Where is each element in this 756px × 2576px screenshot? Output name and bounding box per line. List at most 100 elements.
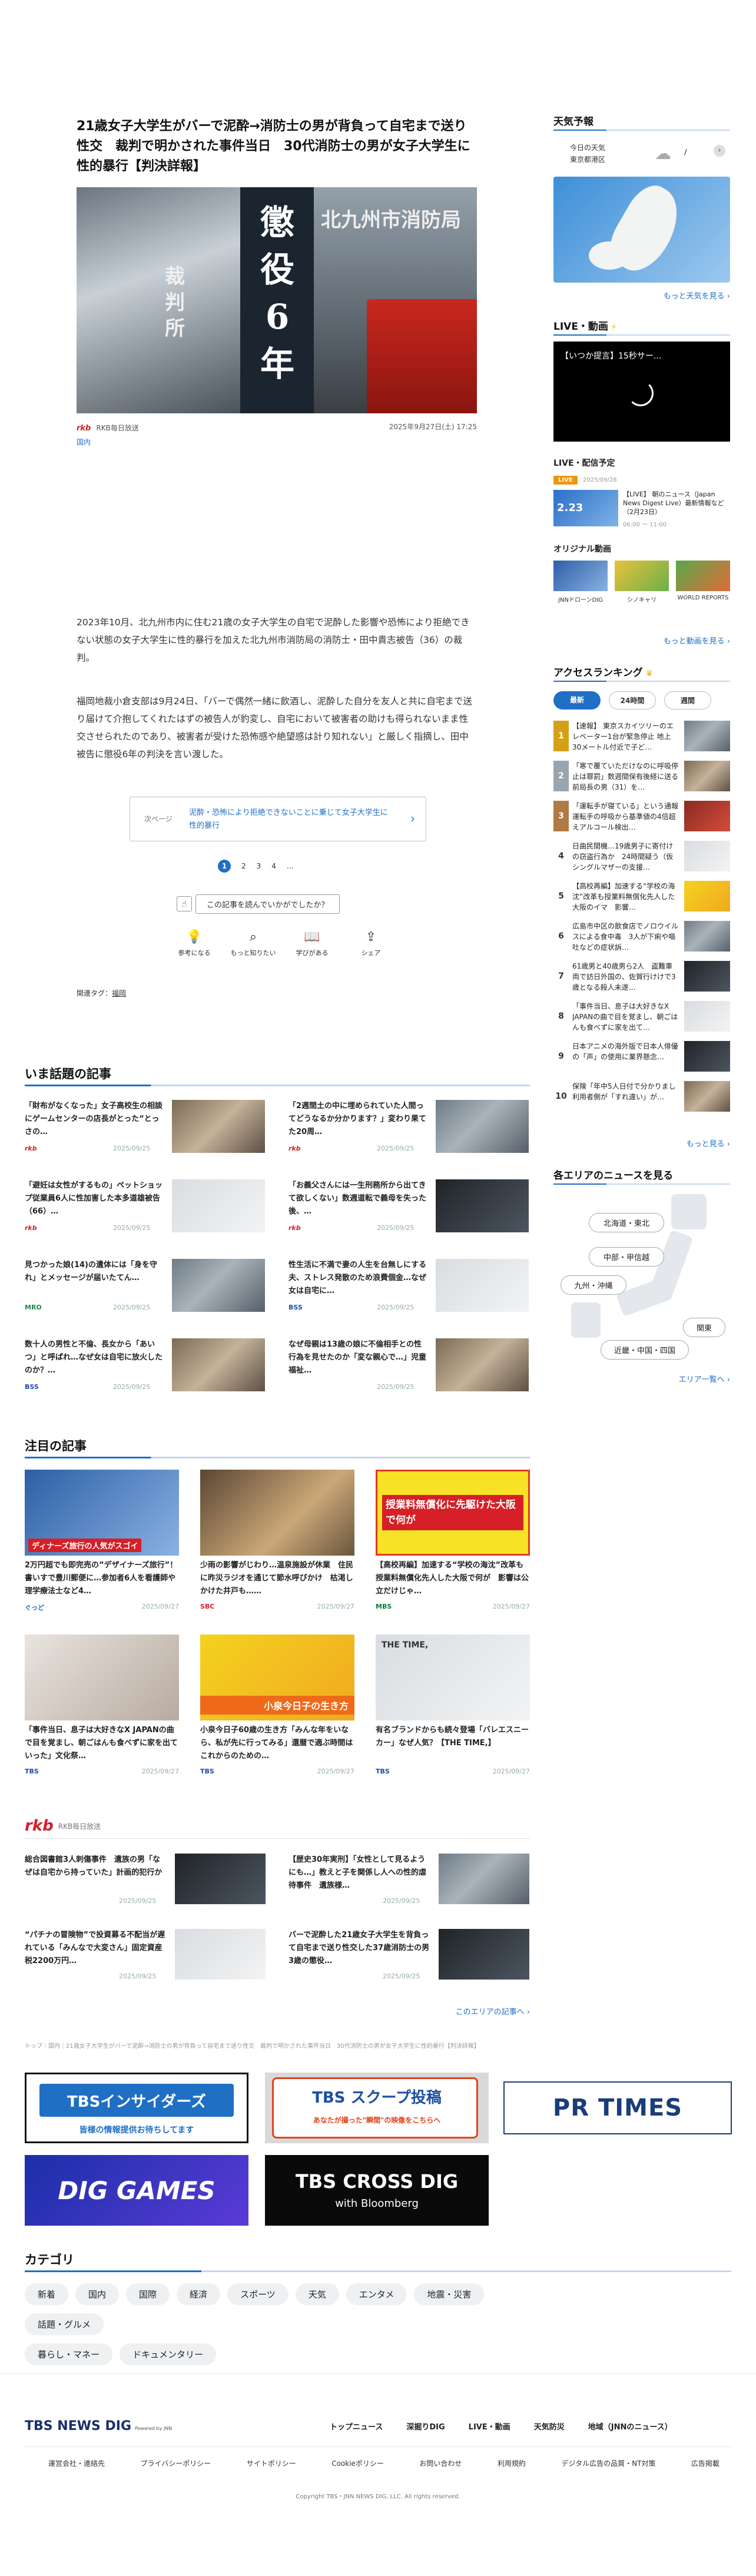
footer-sub-link[interactable]: 広告掲載 [691, 2458, 719, 2468]
list-item[interactable]: 性生活に不満で妻の人生を台無しにする夫、ストレス発散のため浪費個金…なぜ女は自宅… [289, 1259, 530, 1324]
footer-main-link[interactable]: 深掘りDIG [406, 2421, 445, 2432]
page-4[interactable]: 4 [271, 862, 276, 870]
footer-sub-link[interactable]: サイトポリシー [247, 2458, 296, 2468]
area-button-hokkaido-tohoku[interactable]: 北海道・東北 [589, 1213, 664, 1232]
featured-card[interactable]: ディナーズ旅行の人気がスゴイ 2万円超でも即完売の”デザイナーズ旅行”！ 書いす… [25, 1470, 179, 1623]
list-item-source: BSS [25, 1383, 39, 1391]
page-3[interactable]: 3 [257, 862, 261, 870]
rkb-area-more-link[interactable]: このエリアの記事へ › [412, 2005, 530, 2017]
category-tag[interactable]: ドキュメンタリー [120, 2343, 217, 2365]
list-item[interactable]: 【歴史30年実刑】「女性として見るようにも…」教えと子を関係し人への性的虐待事件… [289, 1854, 530, 1912]
area-more-link[interactable]: エリア一覧へ › [612, 1373, 730, 1384]
dig-games-banner[interactable]: DIG GAMES [25, 2155, 248, 2226]
area-button-chubu[interactable]: 中部・甲信越 [589, 1247, 664, 1267]
footer-sub-link[interactable]: Cookieポリシー [331, 2458, 384, 2468]
reaction-share[interactable]: ⇪ シェア [347, 929, 394, 964]
ranking-more-link[interactable]: もっと見る › [612, 1138, 730, 1149]
original-video[interactable]: シノキャリ [615, 561, 669, 605]
ranking-thumbnail [684, 801, 730, 831]
ranking-item[interactable]: 10 保険「年中5人日付で分かりまし 利用者側が「すれ違い」が… [553, 1081, 730, 1116]
original-video[interactable]: WORLD REPORTS [676, 561, 730, 605]
featured-card[interactable]: THE TIME, 有名ブランドからも続々登場「バレエスニーカー」なぜ人気？【T… [376, 1635, 530, 1788]
footer-sub-link[interactable]: デジタル広告の品質・NT対策 [561, 2458, 655, 2468]
weather-chevron-icon[interactable]: › [714, 145, 725, 157]
list-item[interactable]: なぜ母親は13歳の娘に不倫相手との性行為を見せたのか「変な親心で…」児童福祉… … [289, 1338, 530, 1403]
footer-main-link[interactable]: 地域（JNNのニュース） [588, 2421, 672, 2432]
list-item-source: rkb [25, 1145, 37, 1152]
reaction-label: もっと知りたい [230, 949, 276, 957]
category-tag[interactable]: 経済 [177, 2283, 221, 2305]
ranking-item[interactable]: 3 「運転手が寝ている」という通報 運転手の呼吸から基準値の4倍超えアルコール検… [553, 801, 730, 836]
live-player[interactable]: 【いつか提言】15秒サー... [553, 342, 730, 442]
area-button-kinki-chugoku-shikoku[interactable]: 近畿・中国・四国 [601, 1340, 689, 1360]
list-item[interactable]: 総合図書館3人刺傷事件 遺族の男「なぜは自宅から持っていた」計画的犯行か 202… [25, 1854, 266, 1912]
weather-map[interactable] [553, 177, 730, 283]
tbs-scoop-banner[interactable]: TBS スクープ投稿 あなたが撮った"瞬間"の映像をこちらへ [265, 2073, 489, 2143]
category-tag[interactable]: スポーツ [227, 2283, 289, 2305]
footer-logo[interactable]: TBS NEWS DIG Powered by JNN [25, 2416, 172, 2434]
area-button-kyushu-okinawa[interactable]: 九州・沖縄 [561, 1275, 626, 1295]
list-item[interactable]: 見つかった娘(14)の遺体には「身を守れ」とメッセージが届いたてん… MRO 2… [25, 1259, 266, 1324]
original-video[interactable]: JNNドローンDIG [553, 561, 608, 605]
ranking-item[interactable]: 6 広島市中区の飲食店でノロウイルスによる食中毒 3人が下痢や嘔吐などの症状訴… [553, 921, 730, 956]
ranking-number: 3 [553, 801, 569, 831]
page-1[interactable]: 1 [218, 860, 231, 873]
area-button-kanto[interactable]: 関東 [683, 1318, 725, 1337]
list-item[interactable]: 「財布がなくなった」女子高校生の相談にゲームセンターの店長がとった“とっさの… … [25, 1100, 266, 1165]
ranking-item[interactable]: 5 【高校再編】加速する“学校の海沈”改革も授業料無償化先人した大阪のイマ 影響… [553, 881, 730, 916]
category-tag[interactable]: エンタメ [346, 2283, 407, 2305]
list-item[interactable]: “パチナの冒険物”で投資募る不配当が遅れている「みんなで大変さん」固定資産税22… [25, 1929, 266, 1988]
footer-main-link[interactable]: トップニュース [330, 2421, 383, 2432]
category-tag[interactable]: 国際 [126, 2283, 170, 2305]
list-item[interactable]: 「2週間土の中に埋められていた人間ってどうなるか分かります？」変わり果てた20周… [289, 1100, 530, 1165]
list-item[interactable]: 「お義父さんには一生刑務所から出てきて欲しくない」数週道転で義母を失った後、… … [289, 1179, 530, 1244]
prtimes-banner[interactable]: PR TIMES [503, 2081, 732, 2134]
related-tag[interactable]: 福岡 [112, 989, 126, 997]
ranking-item[interactable]: 2 「寒で覆ていただけなのに呼吸停止は罪罰」数週間保有後経に送る前局長の男（31… [553, 761, 730, 796]
tbs-insiders-banner[interactable]: TBSインサイダーズ 皆様の情報提供お待ちしてます [25, 2073, 248, 2143]
category-tag[interactable]: 新着 [25, 2283, 69, 2305]
footer-sub-link[interactable]: プライバシーポリシー [140, 2458, 211, 2468]
live-schedule-item[interactable]: 2.23 【LIVE】 朝のニュース（Japan News Digest Liv… [553, 490, 730, 531]
next-page-link[interactable]: 次ページ 泥酔・恐怖により拒絶できないことに乗じて女子大学生に性的暴行 › [130, 797, 426, 841]
ranking-item[interactable]: 1 【速報】 東京スカイツリーのエレベーター1台が緊急停止 地上30メートル付近… [553, 721, 730, 756]
original-more-link[interactable]: もっと動画を見る › [612, 635, 730, 646]
list-item-thumbnail [436, 1338, 529, 1391]
featured-card[interactable]: 授業料無償化に先駆けた大阪で何が 【高校再編】加速する“学校の海沈”改革も授業料… [376, 1470, 530, 1623]
featured-card[interactable]: 少雨の影響がじわり…温泉施設が休業 住民に昨災ラジオを通じて節水呼びかけ 枯渇し… [200, 1470, 354, 1623]
reaction-want-more[interactable]: ⌕ もっと知りたい [230, 929, 277, 964]
footer-main-link[interactable]: LIVE・動画 [469, 2421, 510, 2432]
list-item[interactable]: バーで泥酔した21歳女子大学生を背負って自宅まで送り性交した37歳消防士の男 3… [289, 1929, 530, 1988]
ranking-tab-24h[interactable]: 24時間 [609, 691, 656, 710]
category-tag[interactable]: 地震・災害 [414, 2283, 485, 2305]
ranking-item[interactable]: 8 「事件当日、息子は大好きなX JAPANの曲で目を覚まし、朝ごはんも食べずに… [553, 1001, 730, 1036]
ranking-item[interactable]: 7 61歳男と40歳男ら2人 盗難車両で訪日外国の、佐賀行けけで3歳となる殺人未… [553, 961, 730, 996]
reaction-useful[interactable]: 💡 参考になる [171, 929, 218, 964]
tbs-cross-dig-banner[interactable]: TBS CROSS DIG with Bloomberg [265, 2155, 489, 2226]
ranking-item[interactable]: 4 日曲民間機…19歳男子に寄付けの窃盗行為か 24時間疑う（仮シングルマザーの… [553, 841, 730, 876]
article-category[interactable]: 国内 [77, 437, 91, 447]
list-item[interactable]: 数十人の男性と不倫、長女から「あいつ」と呼ばれ…なぜ女は自宅に放火したのか？… … [25, 1338, 266, 1403]
lightbulb-icon: 💡 [186, 930, 203, 944]
category-tag[interactable]: 暮らし・マネー [25, 2343, 113, 2365]
footer-main-link[interactable]: 天気防災 [534, 2421, 565, 2432]
featured-card[interactable]: 「事件当日、息子は大好きなX JAPANの曲で目を覚まし、朝ごはんも食べずに家を… [25, 1635, 179, 1788]
weather-more-link[interactable]: もっと天気を見る › [612, 290, 730, 301]
featured-card-date: 2025/09/27 [492, 1768, 530, 1775]
ranking-item[interactable]: 9 日本アニメの海外版で日本人俳優の「声」の使用に業界懸念… [553, 1041, 730, 1076]
tbs-insiders-title: TBSインサイダーズ [67, 2093, 206, 2111]
ranking-title: 日曲民間機…19歳男子に寄付けの窃盗行為か 24時間疑う（仮シングルマザーの支援… [572, 842, 674, 871]
category-tag[interactable]: 国内 [75, 2283, 120, 2305]
footer-sub-link[interactable]: お問い合わせ [419, 2458, 462, 2468]
page-2[interactable]: 2 [241, 862, 246, 870]
ranking-tab-weekly[interactable]: 週間 [664, 691, 711, 710]
footer-sub-link[interactable]: 利用規約 [498, 2458, 526, 2468]
category-tag[interactable]: 天気 [295, 2283, 339, 2305]
category-tag[interactable]: 話題・グルメ [25, 2313, 104, 2335]
next-page-label: 次ページ [144, 815, 173, 823]
footer-sub-link[interactable]: 運営会社・連絡先 [48, 2458, 105, 2468]
list-item[interactable]: 「避妊は女性がするもの」ペットショップ従業員6人に性加害した本多道雄被告（66）… [25, 1179, 266, 1244]
ranking-tab-latest[interactable]: 最新 [553, 691, 601, 710]
featured-card[interactable]: 小泉今日子の生き方 小泉今日子60歳の生き方「みんな年をいなら、私が先に行ってみ… [200, 1635, 354, 1788]
reaction-learning[interactable]: 📖 学びがある [289, 929, 336, 964]
